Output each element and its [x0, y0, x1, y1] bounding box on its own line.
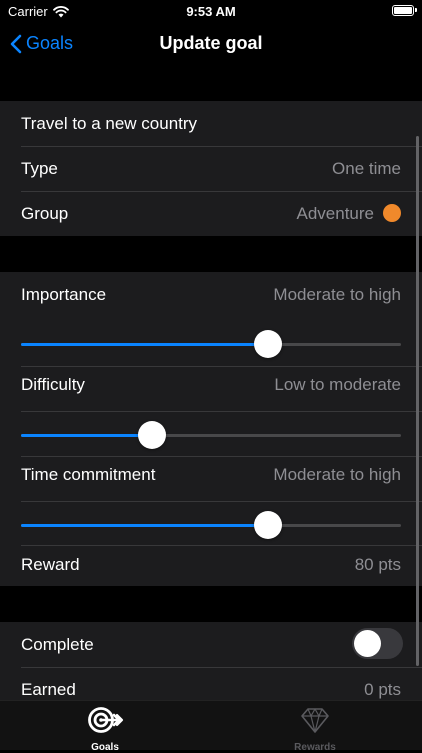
importance-value: Moderate to high: [273, 285, 401, 304]
tab-bar: Goals Rewards: [0, 700, 422, 753]
difficulty-row: Difficulty Low to moderate: [0, 362, 422, 407]
group-value-container: Adventure: [296, 204, 401, 224]
time-commitment-slider[interactable]: [21, 511, 401, 539]
tab-rewards-label: Rewards: [294, 742, 336, 753]
reward-value: 80 pts: [354, 555, 401, 574]
slider-fill: [21, 343, 268, 346]
type-label: Type: [21, 159, 58, 178]
reward-label: Reward: [21, 555, 80, 574]
form-scroll-view[interactable]: Travel to a new country Type One time Gr…: [0, 66, 422, 700]
complete-label: Complete: [21, 635, 94, 654]
importance-row: Importance Moderate to high: [0, 272, 422, 317]
earned-row: Earned 0 pts: [0, 667, 422, 700]
navigation-bar: Goals Update goal: [0, 24, 422, 66]
earned-value: 0 pts: [364, 680, 401, 699]
slider-fill: [21, 524, 268, 527]
attributes-section: Importance Moderate to high Difficulty L…: [0, 272, 422, 586]
type-row[interactable]: Type One time: [0, 146, 422, 191]
time-commitment-label: Time commitment: [21, 465, 156, 484]
type-value: One time: [332, 159, 401, 178]
scroll-indicator[interactable]: [416, 136, 419, 666]
divider: [21, 411, 422, 412]
goal-name-row[interactable]: Travel to a new country: [0, 101, 422, 146]
difficulty-slider[interactable]: [21, 421, 401, 449]
tab-goals[interactable]: Goals: [55, 705, 155, 753]
importance-slider[interactable]: [21, 330, 401, 358]
battery-icon: [392, 5, 417, 16]
completion-section: Complete Earned 0 pts: [0, 622, 422, 700]
slider-fill: [21, 434, 153, 437]
diamond-icon: [301, 708, 329, 733]
difficulty-value: Low to moderate: [274, 375, 401, 394]
difficulty-label: Difficulty: [21, 375, 85, 394]
goal-details-section: Travel to a new country Type One time Gr…: [0, 101, 422, 236]
tab-rewards[interactable]: Rewards: [265, 705, 365, 753]
earned-label: Earned: [21, 680, 76, 699]
status-bar: Carrier 9:53 AM: [0, 0, 422, 24]
tab-goals-label: Goals: [91, 742, 119, 753]
group-color-dot: [383, 204, 401, 222]
group-row[interactable]: Group Adventure: [0, 191, 422, 236]
time-commitment-row: Time commitment Moderate to high: [0, 452, 422, 497]
goal-name: Travel to a new country: [21, 114, 198, 133]
time-commitment-value: Moderate to high: [273, 465, 401, 484]
complete-row: Complete: [0, 622, 422, 667]
slider-thumb[interactable]: [254, 330, 282, 358]
page-title: Update goal: [159, 33, 263, 53]
group-label: Group: [21, 204, 69, 223]
toggle-knob: [354, 630, 381, 657]
complete-toggle[interactable]: [352, 628, 403, 659]
reward-row: Reward 80 pts: [0, 542, 422, 587]
group-value: Adventure: [296, 204, 375, 223]
slider-thumb[interactable]: [254, 511, 282, 539]
importance-label: Importance: [21, 285, 107, 304]
clock: 9:53 AM: [186, 4, 236, 19]
slider-thumb[interactable]: [138, 421, 167, 449]
divider: [21, 501, 422, 502]
target-arrow-icon: [88, 707, 124, 733]
